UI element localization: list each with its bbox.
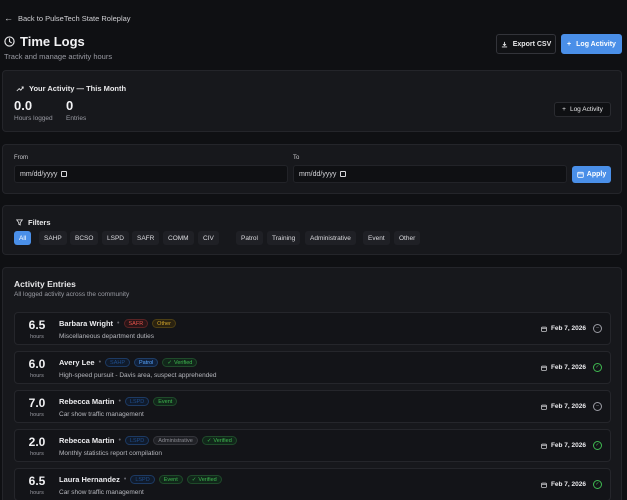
to-date-input[interactable]: mm/dd/yyyy	[293, 165, 567, 183]
filter-chip-event[interactable]: Event	[363, 231, 390, 245]
calendar-icon	[541, 443, 547, 449]
calendar-icon	[541, 365, 547, 371]
filters-card: Filters All SAHP BCSO LSPD SAFR COMM CIV…	[2, 205, 622, 255]
verified-status-icon: ✓	[593, 441, 602, 450]
entry-date: Feb 7, 2026	[541, 442, 586, 449]
clock-icon	[4, 36, 15, 47]
back-link[interactable]: ← Back to PulseTech State Roleplay	[4, 13, 131, 24]
dept-badge: SAHP	[105, 358, 131, 367]
filter-chip-safr[interactable]: SAFR	[132, 231, 160, 245]
entry-name: Rebecca Martin	[59, 436, 115, 445]
table-row[interactable]: 2.0 hours Rebecca Martin • LSPD Administr…	[14, 429, 611, 462]
entries-stat: 0 Entries	[66, 98, 87, 122]
activity-summary-title: Your Activity — This Month	[16, 84, 126, 93]
entry-description: High-speed pursuit - Davis area, suspect…	[59, 372, 217, 379]
page-title: Time Logs	[20, 34, 85, 49]
entry-description: Miscellaneous department duties	[59, 333, 155, 340]
filter-chip-training[interactable]: Training	[267, 231, 301, 245]
calendar-icon	[541, 326, 547, 332]
verified-badge: ✓ Verified	[186, 475, 222, 484]
filter-icon	[16, 219, 23, 226]
activity-summary-card: Your Activity — This Month 0.0 Hours log…	[2, 70, 622, 132]
dept-badge: SAFR	[123, 319, 149, 328]
table-row[interactable]: 6.0 hours Avery Lee • SAHP Patrol ✓ Verifi…	[14, 351, 611, 384]
plus-icon: +	[562, 106, 566, 113]
type-badge: Event	[158, 475, 183, 484]
verified-status-icon: ✓	[593, 363, 602, 372]
table-row[interactable]: 6.5 hours Laura Hernandez • LSPD Event ✓ V…	[14, 468, 611, 500]
plus-icon: +	[567, 40, 572, 48]
from-label: From	[14, 155, 28, 161]
activity-entries-card: Activity Entries All logged activity acr…	[2, 267, 622, 500]
back-link-label: Back to PulseTech State Roleplay	[18, 14, 131, 23]
calendar-icon	[541, 482, 547, 488]
filter-chip-comm[interactable]: COMM	[163, 231, 194, 245]
entry-hours: 6.5	[28, 474, 46, 488]
date-range-card: From mm/dd/yyyy To mm/dd/yyyy Apply	[2, 144, 622, 194]
verified-badge: ✓ Verified	[201, 436, 237, 445]
entries-title: Activity Entries	[14, 279, 76, 289]
filter-chip-administrative[interactable]: Administrative	[305, 231, 356, 245]
check-icon: ✓	[206, 437, 212, 444]
from-date-input[interactable]: mm/dd/yyyy	[14, 165, 288, 183]
filter-chip-lspd[interactable]: LSPD	[102, 231, 129, 245]
filter-chip-sahp[interactable]: SAHP	[39, 231, 67, 245]
filter-chip-civ[interactable]: CIV	[198, 231, 219, 245]
dept-badge: LSPD	[130, 475, 155, 484]
log-activity-secondary-button[interactable]: + Log Activity	[554, 102, 611, 117]
arrow-left-icon: ←	[4, 13, 13, 23]
check-icon: ✓	[191, 476, 197, 483]
table-row[interactable]: 6.5 hours Barbara Wright • SAFR Other Mis…	[14, 312, 611, 345]
entry-name: Barbara Wright	[59, 319, 114, 328]
filters-title: Filters	[16, 218, 51, 227]
type-badge: Other	[152, 319, 176, 328]
verified-status-icon: ✓	[593, 480, 602, 489]
filter-chip-patrol[interactable]: Patrol	[236, 231, 263, 245]
calendar-icon	[577, 171, 584, 178]
filter-chip-all[interactable]: All	[14, 231, 32, 245]
entry-name: Avery Lee	[59, 358, 95, 367]
entry-name: Rebecca Martin	[59, 397, 115, 406]
entry-description: Car show traffic management	[59, 489, 144, 496]
check-icon: ✓	[167, 359, 172, 366]
dept-badge: LSPD	[124, 436, 150, 445]
entry-hours: 7.0	[28, 396, 46, 410]
entry-date: Feb 7, 2026	[541, 325, 586, 332]
download-icon	[501, 41, 507, 47]
entry-hours: 2.0	[28, 435, 46, 449]
entry-description: Monthly statistics report compilation	[59, 450, 162, 457]
type-badge: Patrol	[134, 358, 159, 367]
entries-subtitle: All logged activity across the community	[14, 291, 130, 298]
dept-badge: LSPD	[124, 397, 150, 406]
entry-date: Feb 7, 2026	[541, 364, 586, 371]
pending-status-icon: –	[593, 402, 602, 411]
entry-description: Car show traffic management	[59, 411, 144, 418]
type-badge: Event	[153, 397, 178, 406]
page-header: Time Logs Track and manage activity hour…	[4, 34, 112, 61]
hours-logged-stat: 0.0 Hours logged	[14, 98, 53, 122]
calendar-icon	[61, 171, 68, 177]
calendar-icon	[340, 171, 347, 177]
trending-up-icon	[16, 86, 24, 91]
log-activity-button[interactable]: + Log Activity	[561, 34, 622, 54]
entry-date: Feb 7, 2026	[541, 403, 586, 410]
export-csv-button[interactable]: Export CSV	[496, 34, 556, 54]
to-label: To	[293, 155, 300, 161]
calendar-icon	[541, 404, 547, 410]
entry-date: Feb 7, 2026	[541, 481, 586, 488]
verified-badge: ✓ Verified	[162, 358, 198, 367]
table-row[interactable]: 7.0 hours Rebecca Martin • LSPD Event Car…	[14, 390, 611, 423]
pending-status-icon: –	[593, 324, 602, 333]
type-badge: Administrative	[153, 436, 198, 445]
entry-hours: 6.0	[28, 357, 46, 371]
filter-chip-other[interactable]: Other	[394, 231, 421, 245]
page-subtitle: Track and manage activity hours	[4, 52, 113, 61]
entry-name: Laura Hernandez	[59, 475, 120, 484]
apply-button[interactable]: Apply	[572, 166, 611, 183]
filter-chip-bcso[interactable]: BCSO	[70, 231, 99, 245]
entry-hours: 6.5	[28, 318, 46, 332]
